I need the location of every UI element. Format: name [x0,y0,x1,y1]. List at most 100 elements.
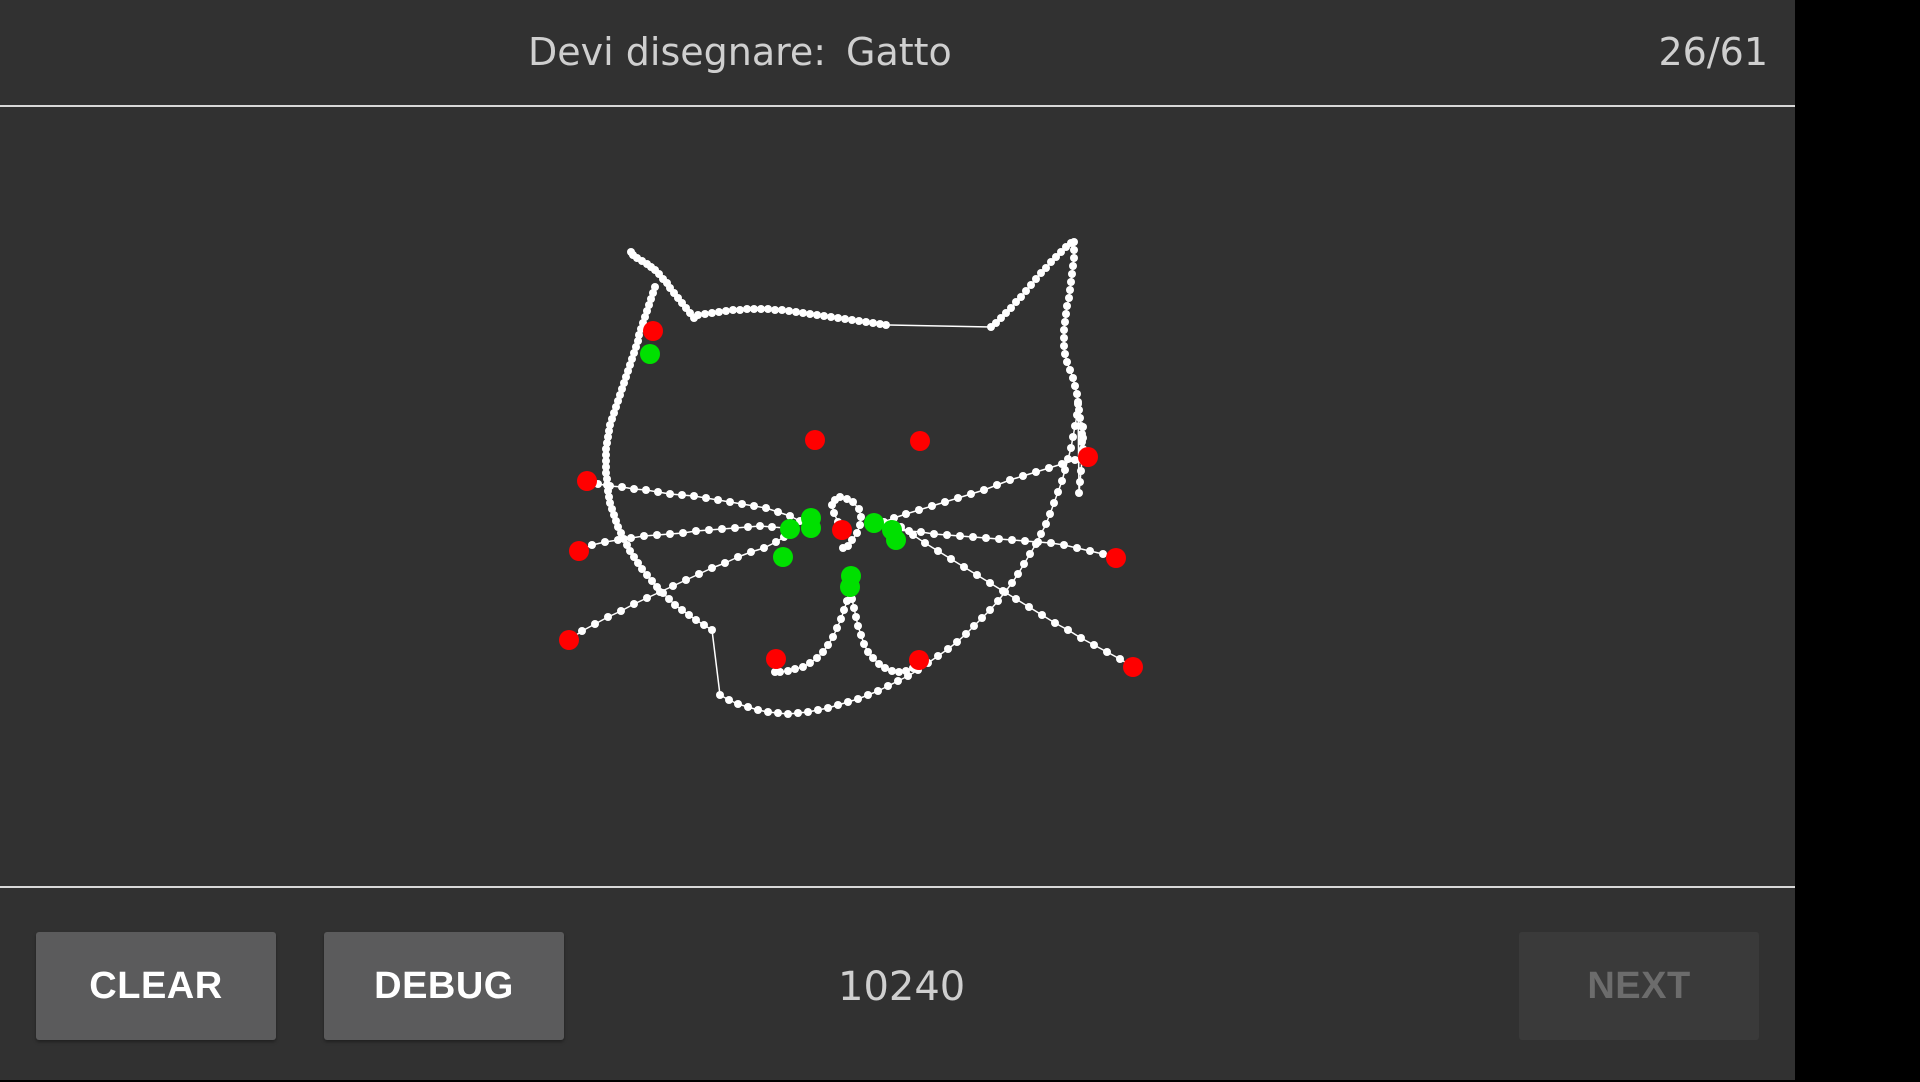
stroke-point [869,319,877,327]
clear-button[interactable]: CLEAR [36,932,276,1040]
stroke-point [1079,434,1087,442]
stroke-point [814,706,822,714]
stroke-point [820,312,828,320]
stroke-point [666,490,674,498]
stroke-point [1086,547,1094,555]
stroke-point [857,513,865,521]
stroke-point [1071,382,1079,390]
stroke-point [747,548,755,556]
stroke-point [666,530,674,538]
stroke-point [754,706,762,714]
stroke-point [784,667,792,675]
stroke-point [702,494,710,502]
header-bar: Devi disegnare: Gatto 26/61 [0,0,1795,107]
stroke-point [1077,467,1085,475]
stroke-point [1050,499,1058,507]
stroke-point [1051,619,1059,627]
stroke-point [1063,302,1071,310]
stroke-point [869,654,877,662]
stroke-point [934,652,942,660]
stroke-point [1079,423,1087,431]
start-point-dot [773,547,793,567]
stroke-point [941,498,949,506]
stroke-point [813,654,821,662]
stroke-point [750,305,758,313]
stroke-point [614,536,622,544]
stroke-point [1060,334,1068,342]
stroke-point [837,615,845,623]
stroke-point [1008,579,1016,587]
stroke-point [1070,246,1078,254]
stroke-point [715,308,723,316]
stroke-point [774,508,782,516]
stroke-point [836,493,844,501]
stroke-point [947,555,955,563]
stroke-point [665,595,673,603]
end-point-dot [766,649,786,669]
stroke-point [1070,254,1078,262]
stroke-point [700,621,708,629]
stroke-point [1077,634,1085,642]
stroke-point [606,482,614,490]
stroke-point [829,633,837,641]
stroke-point [993,481,1001,489]
stroke-point [970,622,978,630]
progress-counter: 26/61 [1658,30,1768,74]
stroke-point [708,564,716,572]
end-point-dot [909,650,929,670]
footer-bar: CLEAR DEBUG 10240 NEXT [0,886,1795,1082]
stroke-point [604,613,612,621]
stroke-point [642,486,650,494]
stroke-point [888,667,896,675]
stroke-point [1034,538,1042,546]
stroke-point [653,531,661,539]
strokes-layer [565,238,1137,718]
stroke-point [1075,489,1083,497]
drawing-canvas[interactable] [0,107,1795,885]
next-button[interactable]: NEXT [1519,932,1759,1040]
stroke-point [953,638,961,646]
stroke-point [973,571,981,579]
stroke-point [1038,611,1046,619]
stroke-point [849,498,857,506]
score-value: 10240 [838,964,966,1010]
stroke-point [725,696,733,704]
stroke-point [1068,270,1076,278]
stroke-point [915,506,923,514]
stroke-point [708,309,716,317]
start-point-dot [840,577,860,597]
stroke-point [862,318,870,326]
stroke-point [729,306,737,314]
stroke-point [864,691,872,699]
stroke-point [881,664,889,672]
stroke-point [679,529,687,537]
end-point-dot [832,520,852,540]
stroke-point [671,601,679,609]
stroke-point [1047,539,1055,547]
drawing-app: Devi disegnare: Gatto 26/61 CLEAR DEBUG … [0,0,1795,1080]
end-point-dot [643,321,663,341]
stroke-point [760,544,768,552]
stroke-point [1037,530,1045,538]
stroke-point [1064,626,1072,634]
stroke-point [1032,468,1040,476]
stroke-point [1012,595,1020,603]
stroke-point [750,502,758,510]
stroke-point [1069,374,1077,382]
stroke-point [982,534,990,542]
stroke-point [618,483,626,491]
stroke-point [1067,444,1075,452]
debug-button[interactable]: DEBUG [324,932,564,1040]
end-point-dot [805,430,825,450]
stroke-point [643,594,651,602]
start-point-dot [640,344,660,364]
stroke-point [848,316,856,324]
stroke-point [678,606,686,614]
stroke-point [757,305,765,313]
stroke-point [678,491,686,499]
stroke-point [588,541,596,549]
stroke-point [682,576,690,584]
stroke-point [694,311,702,319]
stroke-point [1063,358,1071,366]
stroke-point [764,305,772,313]
